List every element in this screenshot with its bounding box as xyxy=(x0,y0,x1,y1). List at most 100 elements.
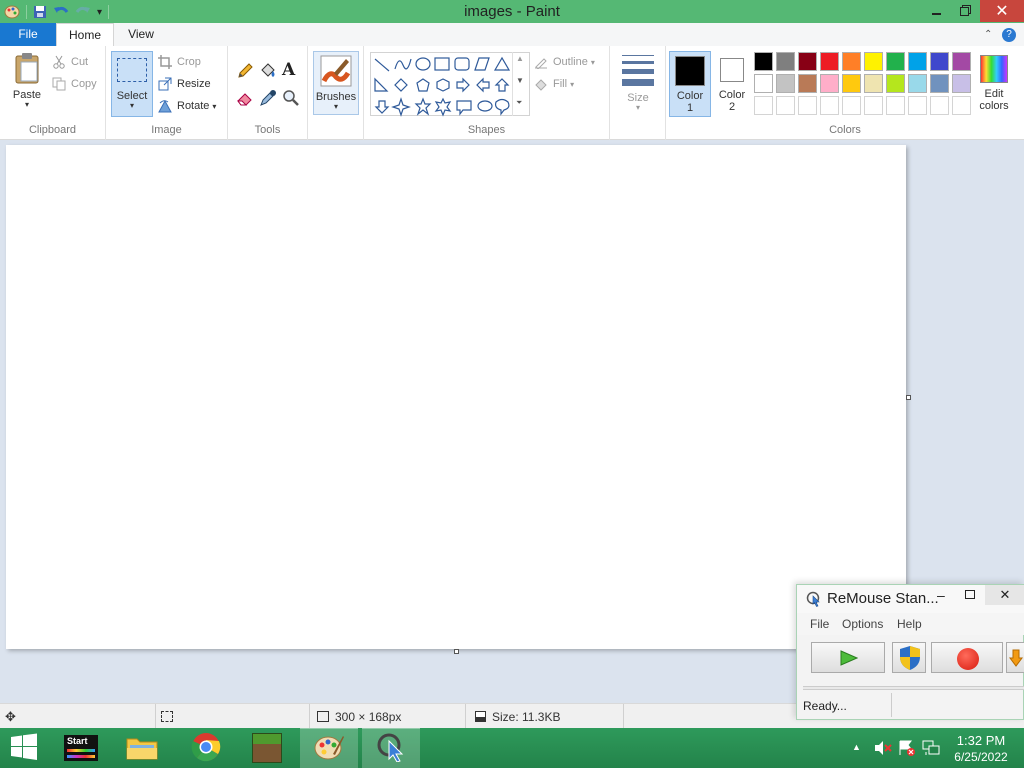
custom-color-slot[interactable] xyxy=(930,96,949,115)
remouse-record-button[interactable] xyxy=(931,642,1003,673)
text-tool-icon[interactable]: A xyxy=(282,60,300,80)
color-swatch[interactable] xyxy=(886,52,905,71)
color-swatch[interactable] xyxy=(952,74,971,93)
color-swatch[interactable] xyxy=(820,52,839,71)
play-icon xyxy=(840,650,859,669)
color-swatch[interactable] xyxy=(864,52,883,71)
custom-color-slot[interactable] xyxy=(776,96,795,115)
scroll-down-icon[interactable]: ▼ xyxy=(516,76,524,85)
edit-colors-button[interactable]: Edit colors xyxy=(974,52,1014,116)
color1-button[interactable]: Color 1 xyxy=(669,51,711,117)
color-swatch[interactable] xyxy=(820,74,839,93)
remouse-menu-help[interactable]: Help xyxy=(897,617,922,631)
brush-icon xyxy=(320,55,352,87)
color-swatch[interactable] xyxy=(930,74,949,93)
help-icon[interactable]: ? xyxy=(1002,28,1016,42)
custom-color-slot[interactable] xyxy=(798,96,817,115)
eraser-icon[interactable] xyxy=(236,89,254,107)
canvas-resize-handle-right[interactable] xyxy=(906,395,911,400)
scroll-up-icon[interactable]: ▲ xyxy=(516,54,524,63)
remouse-taskbar-icon xyxy=(376,732,406,765)
color-swatch[interactable] xyxy=(754,74,773,93)
gallery-more-icon[interactable]: ⏷ xyxy=(516,98,522,108)
tab-file[interactable]: File xyxy=(0,23,56,46)
canvas-resize-handle-bottom[interactable] xyxy=(454,649,459,654)
color-swatch[interactable] xyxy=(908,52,927,71)
outline-button[interactable]: Outline ▾ xyxy=(534,52,595,72)
resize-button[interactable]: Resize xyxy=(158,74,211,94)
start-button[interactable] xyxy=(0,728,48,768)
tray-time: 1:32 PM xyxy=(956,733,1006,748)
tray-clock[interactable]: 1:32 PM 6/25/2022 xyxy=(948,733,1014,765)
brushes-button[interactable]: Brushes ▾ xyxy=(313,51,359,115)
show-hidden-icons[interactable]: ▲ xyxy=(852,742,861,752)
copy-button[interactable]: Copy xyxy=(52,74,97,94)
tab-home[interactable]: Home xyxy=(56,23,114,47)
color2-swatch xyxy=(720,58,744,82)
custom-color-slot[interactable] xyxy=(864,96,883,115)
select-rect-icon xyxy=(117,58,147,82)
color-swatch[interactable] xyxy=(776,74,795,93)
record-icon xyxy=(957,648,979,670)
image-dimensions-icon xyxy=(317,711,329,722)
taskbar-remouse[interactable] xyxy=(362,728,420,768)
paste-button[interactable]: Paste ▾ xyxy=(6,52,48,114)
remouse-play-button[interactable] xyxy=(811,642,885,673)
minimize-ribbon-icon[interactable]: ⌃ xyxy=(984,29,992,40)
taskbar-minecraft[interactable] xyxy=(238,728,296,768)
remouse-uac-button[interactable] xyxy=(892,642,926,673)
color-swatch[interactable] xyxy=(798,74,817,93)
custom-color-slot[interactable] xyxy=(886,96,905,115)
rotate-button[interactable]: Rotate ▾ xyxy=(158,96,216,116)
taskbar-start-app[interactable]: Start xyxy=(58,728,104,768)
restore-button[interactable] xyxy=(948,0,980,22)
remouse-more-button[interactable] xyxy=(1006,642,1024,673)
crop-button[interactable]: Crop xyxy=(158,52,201,72)
color-swatch[interactable] xyxy=(952,52,971,71)
taskbar-file-explorer[interactable] xyxy=(116,728,168,768)
clipboard-group-label: Clipboard xyxy=(28,124,77,136)
color-swatch[interactable] xyxy=(798,52,817,71)
remouse-menu-file[interactable]: File xyxy=(810,617,829,631)
color-swatch[interactable] xyxy=(930,52,949,71)
remouse-maximize-button[interactable] xyxy=(965,590,975,599)
color2-button[interactable]: Color 2 xyxy=(714,51,750,117)
select-button[interactable]: Select ▾ xyxy=(111,51,153,117)
pencil-icon[interactable] xyxy=(236,62,254,80)
remouse-menu-options[interactable]: Options xyxy=(842,617,883,631)
custom-color-slot[interactable] xyxy=(820,96,839,115)
taskbar-paint[interactable] xyxy=(300,728,358,768)
remouse-close-button[interactable]: ✕ xyxy=(985,585,1024,605)
network-icon[interactable] xyxy=(922,740,940,759)
color-swatch[interactable] xyxy=(842,52,861,71)
remouse-app-icon xyxy=(806,591,822,607)
custom-color-slot[interactable] xyxy=(908,96,927,115)
color-swatch[interactable] xyxy=(776,52,795,71)
custom-color-slot[interactable] xyxy=(754,96,773,115)
fill-bucket-icon[interactable] xyxy=(259,62,277,80)
color-palette xyxy=(754,52,976,118)
cut-button[interactable]: Cut xyxy=(52,52,88,72)
shapes-scrollbar[interactable]: ▲ ▼ ⏷ xyxy=(512,52,526,116)
tab-view[interactable]: View xyxy=(114,23,168,46)
volume-muted-icon[interactable] xyxy=(874,740,892,759)
color-swatch[interactable] xyxy=(886,74,905,93)
magnifier-icon[interactable] xyxy=(282,89,300,107)
resize-icon xyxy=(158,77,172,91)
drawing-canvas[interactable] xyxy=(6,145,906,649)
color-picker-icon[interactable] xyxy=(259,89,277,107)
taskbar-chrome[interactable] xyxy=(178,728,234,768)
action-center-flag-icon[interactable] xyxy=(898,740,916,759)
remouse-minimize-button[interactable]: – xyxy=(937,587,953,607)
fill-button[interactable]: Fill ▾ xyxy=(534,74,574,94)
custom-color-slot[interactable] xyxy=(842,96,861,115)
color-swatch[interactable] xyxy=(908,74,927,93)
close-button[interactable]: ✕ xyxy=(980,0,1024,22)
size-button[interactable]: Size ▾ xyxy=(616,52,660,116)
color-swatch[interactable] xyxy=(754,52,773,71)
uac-shield-icon xyxy=(898,645,922,674)
image-dimensions: 300 × 168px xyxy=(335,709,402,724)
color-swatch[interactable] xyxy=(864,74,883,93)
custom-color-slot[interactable] xyxy=(952,96,971,115)
color-swatch[interactable] xyxy=(842,74,861,93)
